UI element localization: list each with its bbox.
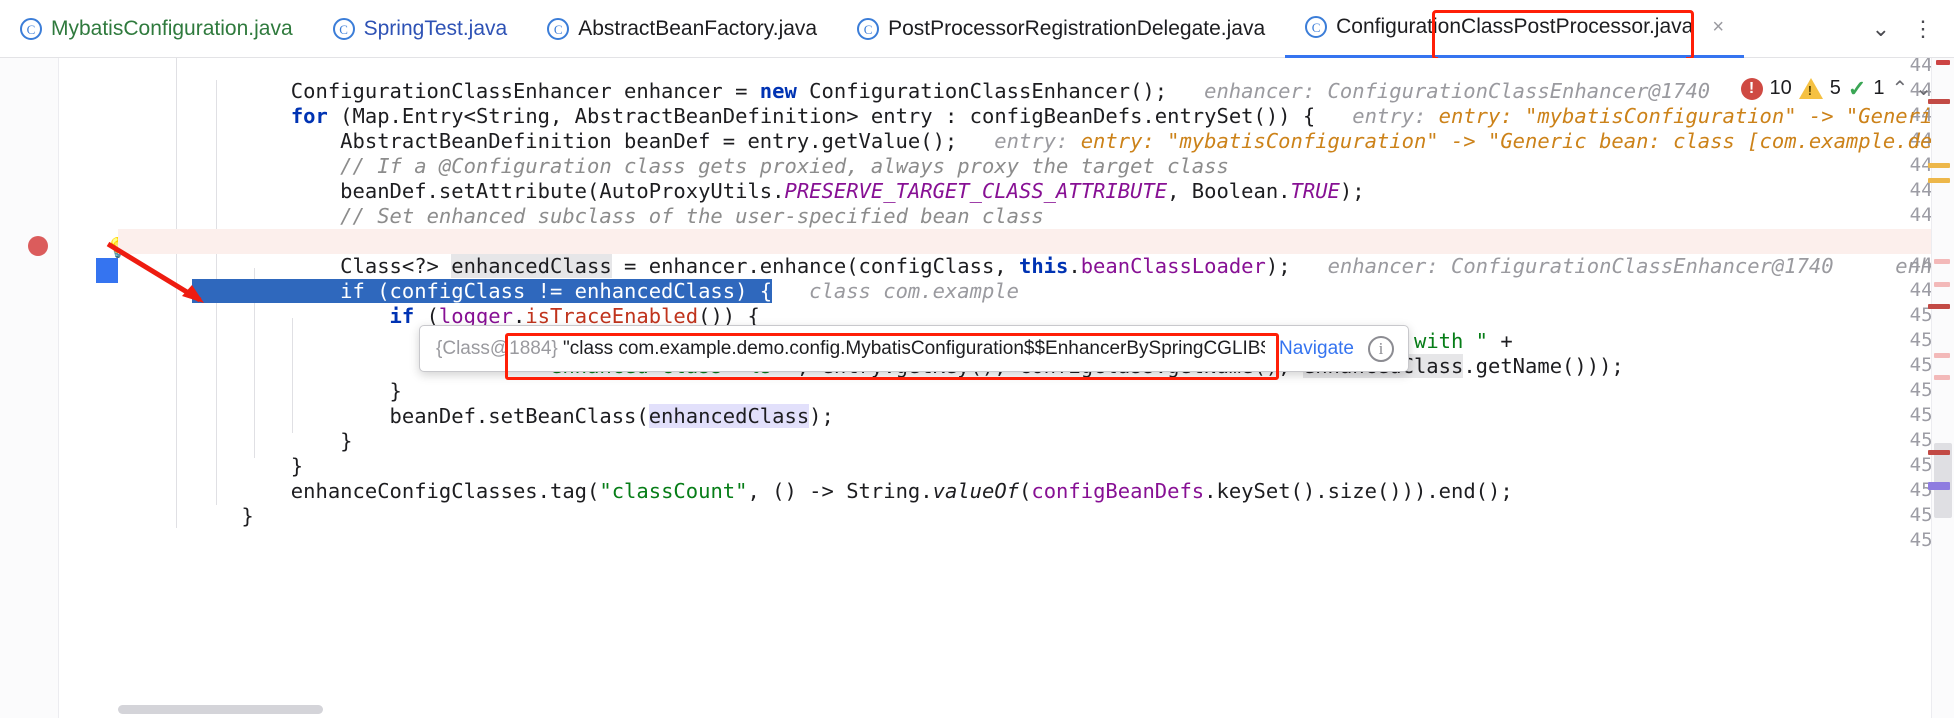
- java-class-icon: C: [857, 17, 880, 40]
- error-stripe-marker[interactable]: [1934, 282, 1950, 287]
- chevron-down-icon[interactable]: ⌄: [1872, 17, 1890, 40]
- code-line-449[interactable]: if (logger.isTraceEnabled()) {: [118, 279, 1954, 328]
- kebab-menu-icon[interactable]: ⋮: [1912, 17, 1934, 40]
- marker-scrollbar[interactable]: [1928, 58, 1954, 718]
- code-line-447[interactable]: Class<?> enhancedClass = enhancer.enhanc…: [118, 229, 1954, 278]
- code-line-442[interactable]: AbstractBeanDefinition beanDef = entry.g…: [118, 104, 1954, 153]
- error-stripe-marker[interactable]: [1928, 304, 1950, 309]
- error-stripe-marker[interactable]: [1934, 375, 1950, 380]
- error-stripe-marker[interactable]: [1934, 353, 1950, 358]
- code-text: }: [192, 504, 254, 528]
- code-line-454[interactable]: }: [118, 404, 1954, 453]
- java-class-icon: C: [1305, 16, 1328, 38]
- warning-icon: [1798, 78, 1823, 99]
- code-line-455[interactable]: }: [118, 429, 1954, 478]
- editor-tab-mybatisconfiguration[interactable]: C MybatisConfiguration.java: [0, 0, 313, 58]
- tab-bar-actions: ⌄ ⋮: [1872, 17, 1954, 40]
- check-count: 1: [1873, 77, 1885, 99]
- info-icon[interactable]: i: [1368, 335, 1394, 362]
- java-class-icon: C: [547, 17, 570, 40]
- editor-gutter[interactable]: [0, 58, 58, 718]
- execution-point-marker: [96, 258, 118, 283]
- warning-count: 5: [1829, 77, 1841, 99]
- code-line-457[interactable]: }: [118, 479, 1954, 528]
- code-line-446[interactable]: Class<?> configClass = beanDef.getBeanCl…: [118, 204, 1954, 253]
- warning-stripe-marker[interactable]: [1928, 178, 1950, 183]
- editor-tab-abstractbeanfactory[interactable]: C AbstractBeanFactory.java: [527, 0, 837, 58]
- error-stripe-marker[interactable]: [1928, 99, 1950, 104]
- editor-tab-configurationclasspostprocessor[interactable]: C ConfigurationClassPostProcessor.java ×: [1285, 0, 1744, 58]
- java-class-icon: C: [332, 17, 355, 40]
- chevron-up-icon[interactable]: ⌃: [1891, 76, 1908, 101]
- code-line-443[interactable]: // If a @Configuration class gets proxie…: [118, 129, 1954, 178]
- code-line-444[interactable]: beanDef.setAttribute(AutoProxyUtils.PRES…: [118, 154, 1954, 203]
- popup-object-id: {Class@1884}: [436, 337, 558, 359]
- code-line-441[interactable]: for (Map.Entry<String, AbstractBeanDefin…: [118, 79, 1954, 128]
- error-stripe-marker[interactable]: [1934, 259, 1950, 264]
- code-line-448[interactable]: if (configClass != enhancedClass) { clas…: [118, 254, 1954, 303]
- close-tab-icon[interactable]: ×: [1712, 17, 1724, 37]
- breakpoint-marker[interactable]: [28, 236, 48, 256]
- code-line-440[interactable]: ConfigurationClassEnhancer enhancer = ne…: [118, 58, 1954, 103]
- editor-tab-springtest[interactable]: C SpringTest.java: [313, 0, 528, 58]
- popup-value-text: {Class@1884} "class com.example.demo.con…: [420, 338, 1265, 360]
- error-icon: !: [1740, 77, 1763, 100]
- editor-tab-label: SpringTest.java: [363, 16, 508, 40]
- chevron-down-icon[interactable]: ⌄: [1915, 76, 1932, 101]
- horizontal-scrollbar[interactable]: [118, 705, 323, 714]
- code-line-456[interactable]: enhanceConfigClasses.tag("classCount", (…: [118, 454, 1954, 503]
- editor-tab-label: MybatisConfiguration.java: [51, 16, 293, 40]
- warning-stripe-marker[interactable]: [1928, 163, 1950, 168]
- editor-tab-label: AbstractBeanFactory.java: [578, 16, 818, 40]
- code-editor[interactable]: 💡 440 441 442 443 444 445 446 447 448 44…: [0, 58, 1954, 718]
- check-icon: ✓: [1847, 75, 1867, 101]
- editor-gutter-annotations[interactable]: [58, 58, 119, 718]
- bookmark-stripe-marker[interactable]: [1928, 482, 1950, 490]
- code-line-453[interactable]: beanDef.setBeanClass(enhancedClass);: [118, 379, 1954, 428]
- error-stripe-marker[interactable]: [1928, 450, 1950, 455]
- error-stripe-marker[interactable]: [1936, 60, 1950, 65]
- editor-tab-postprocessorregistrationdelegate[interactable]: C PostProcessorRegistrationDelegate.java: [837, 0, 1285, 58]
- editor-tab-label: PostProcessorRegistrationDelegate.java: [888, 16, 1266, 40]
- navigate-link[interactable]: Navigate: [1265, 338, 1368, 360]
- debugger-value-popup[interactable]: {Class@1884} "class com.example.demo.con…: [419, 325, 1409, 372]
- java-class-icon: C: [20, 17, 42, 40]
- inspection-widget[interactable]: ! 10 5 ✓ 1 ⌃ ⌄: [1740, 75, 1932, 101]
- editor-tab-label: ConfigurationClassPostProcessor.java: [1336, 15, 1694, 38]
- editor-tab-bar: C MybatisConfiguration.java C SpringTest…: [0, 0, 1954, 58]
- code-line-445[interactable]: // Set enhanced subclass of the user-spe…: [118, 179, 1954, 228]
- ide-window: C MybatisConfiguration.java C SpringTest…: [0, 0, 1954, 718]
- popup-value: "class com.example.demo.config.MybatisCo…: [563, 337, 1265, 359]
- error-count: 10: [1769, 77, 1792, 99]
